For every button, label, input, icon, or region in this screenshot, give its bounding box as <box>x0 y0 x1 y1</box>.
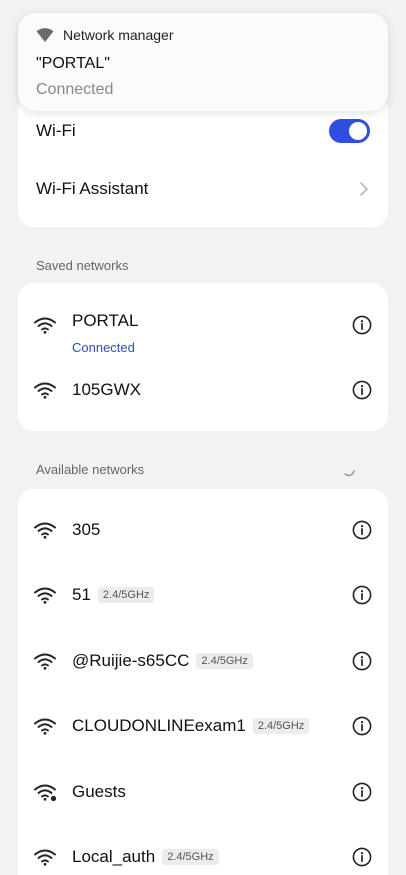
saved-networks-heading: Saved networks <box>36 258 129 273</box>
available-network-row[interactable]: 51 2.4/5GHz <box>18 575 388 615</box>
notification-header: Network manager <box>36 27 174 43</box>
available-networks-heading: Available networks <box>36 462 145 477</box>
notification-network-name: "PORTAL" <box>36 55 110 72</box>
wifi-assistant-label: Wi-Fi Assistant <box>36 179 149 198</box>
wifi-settings-card: Wi-Fi Wi-Fi Assistant <box>18 95 388 227</box>
network-name: CLOUDONLINEexam1 <box>72 716 246 735</box>
spinner-icon <box>341 462 357 478</box>
info-icon[interactable] <box>352 520 372 540</box>
band-badge: 2.4/5GHz <box>162 849 219 865</box>
wifi-icon <box>33 381 57 399</box>
available-network-row[interactable]: Guests <box>18 772 388 812</box>
info-icon[interactable] <box>352 847 372 867</box>
network-name: 51 <box>72 585 91 604</box>
info-icon[interactable] <box>352 315 372 335</box>
available-networks-card: 305 51 2.4/5GHz @Ruijie-s65CC 2.4/5GHz CLO… <box>18 489 388 875</box>
network-name: @Ruijie-s65CC <box>72 651 190 670</box>
available-network-row[interactable]: CLOUDONLINEexam1 2.4/5GHz <box>18 706 388 746</box>
info-icon[interactable] <box>352 716 372 736</box>
notification-status: Connected <box>36 81 114 98</box>
wifi-icon <box>33 652 57 670</box>
wifi-icon <box>33 848 57 866</box>
wifi-toggle[interactable] <box>329 119 370 143</box>
wifi-icon <box>33 521 57 539</box>
wifi-label: Wi-Fi <box>36 121 76 140</box>
wifi-toggle-row[interactable]: Wi-Fi <box>36 117 370 145</box>
info-icon[interactable] <box>352 651 372 671</box>
saved-network-portal[interactable]: PORTAL Connected <box>18 293 388 357</box>
network-name: PORTAL <box>72 311 139 330</box>
band-badge: 2.4/5GHz <box>252 718 310 734</box>
info-icon[interactable] <box>352 782 372 802</box>
band-badge: 2.4/5GHz <box>97 587 155 603</box>
info-icon[interactable] <box>352 585 372 605</box>
wifi-icon <box>36 27 54 43</box>
wifi-assistant-row[interactable]: Wi-Fi Assistant <box>36 175 370 203</box>
wifi-icon <box>33 586 57 604</box>
network-name: Guests <box>72 782 126 801</box>
network-status: Connected <box>72 340 135 355</box>
info-icon[interactable] <box>352 380 372 400</box>
network-name: Local_auth <box>72 847 156 866</box>
notification-app-name: Network manager <box>63 27 174 43</box>
band-badge: 2.4/5GHz <box>196 653 253 669</box>
toggle-knob <box>349 122 367 140</box>
chevron-right-icon <box>358 181 370 197</box>
available-network-row[interactable]: 305 <box>18 510 388 550</box>
available-network-row[interactable]: @Ruijie-s65CC 2.4/5GHz <box>18 641 388 681</box>
network-notification[interactable]: Network manager "PORTAL" Connected <box>18 13 388 111</box>
wifi-icon <box>33 316 57 334</box>
network-name: 305 <box>72 520 101 539</box>
network-name: 105GWX <box>72 380 141 399</box>
wifi-icon <box>33 717 57 735</box>
wifi-open-portal-icon <box>33 783 57 801</box>
saved-network-105gwx[interactable]: 105GWX <box>18 370 388 410</box>
available-network-row[interactable]: Local_auth 2.4/5GHz <box>18 837 388 875</box>
saved-networks-card: PORTAL Connected 105GWX <box>18 283 388 431</box>
